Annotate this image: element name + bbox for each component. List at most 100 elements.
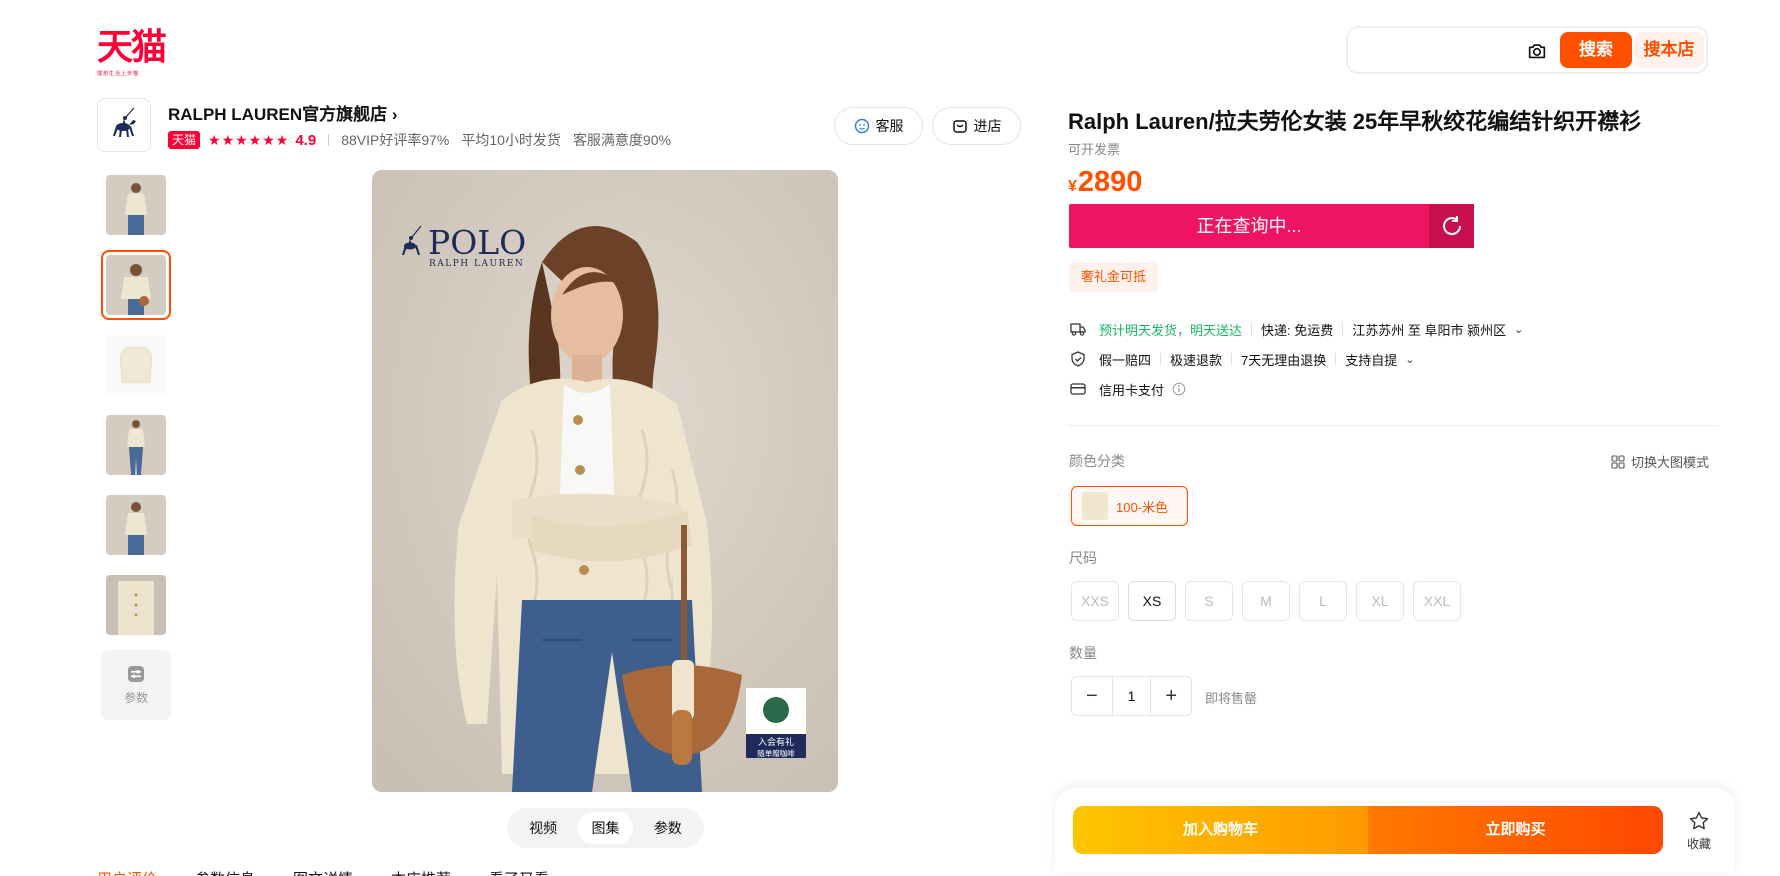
quantity-label: 数量 [1069, 645, 1097, 661]
tmall-logo[interactable]: 天猫 理想生活上天猫 [97, 27, 167, 78]
chevron-down-icon[interactable]: ⌄ [1514, 323, 1523, 336]
increase-button[interactable]: + [1151, 677, 1191, 715]
search-input[interactable] [1362, 36, 1522, 66]
info-icon[interactable] [1172, 382, 1186, 396]
thumbnail[interactable] [101, 330, 171, 400]
shop-metric: 平均10小时发货 [461, 132, 561, 148]
camera-icon[interactable] [1526, 40, 1548, 62]
chevron-down-icon[interactable]: ⌄ [1405, 353, 1414, 366]
media-tabs: 视频 图集 参数 [507, 808, 704, 848]
color-swatch [1082, 492, 1108, 520]
shop-metric: 88VIP好评率97% [341, 132, 450, 148]
guarantee-item: 假一赔四 [1099, 352, 1152, 368]
detail-tabs: 用户评价 参数信息 图文详情 本店推荐 看了又看 [97, 868, 549, 876]
size-option[interactable]: XL [1356, 581, 1404, 621]
chat-bubble-icon [854, 118, 869, 134]
search-button[interactable]: 搜索 [1560, 32, 1632, 68]
color-option-selected[interactable]: 100-米色 [1071, 486, 1188, 526]
shop-logo[interactable] [97, 98, 151, 152]
quantity-value[interactable]: 1 [1111, 677, 1152, 715]
querying-text: 正在查询中... [1196, 216, 1302, 236]
search-shop-button[interactable]: 搜本店 [1634, 32, 1704, 68]
price: ¥2890 [1068, 166, 1142, 199]
shop-score: 4.9 [295, 131, 317, 149]
promo-sticker: 入会有礼 随单赠咖啡 [746, 688, 806, 758]
svg-text:RALPH LAUREN: RALPH LAUREN [429, 259, 524, 269]
thumbnail[interactable] [101, 170, 171, 240]
svg-text:随单赠咖啡: 随单赠咖啡 [757, 748, 795, 758]
tab-param-info[interactable]: 参数信息 [195, 868, 255, 876]
price-query-bar: 正在查询中... [1069, 204, 1474, 248]
divider [1342, 323, 1344, 335]
guarantee-item: 极速退款 [1170, 352, 1223, 368]
rating-stars: ★★★★★★ [208, 131, 290, 148]
divider [1231, 353, 1233, 365]
size-label: 尺码 [1069, 550, 1097, 566]
search-box: 搜索 搜本店 [1346, 26, 1708, 74]
tab-gallery[interactable]: 图集 [577, 812, 634, 844]
size-option[interactable]: XXL [1413, 581, 1461, 621]
guarantee-item: 7天无理由退换 [1241, 352, 1327, 368]
buy-now-button[interactable]: 立即购买 [1368, 806, 1663, 854]
divider [1160, 353, 1162, 365]
tab-recommend[interactable]: 本店推荐 [391, 868, 451, 876]
tab-details[interactable]: 图文详情 [293, 868, 353, 876]
delivery-row: 预计明天发货，明天送达 快递: 免运费 江苏苏州 至 阜阳市 颍州区 ⌄ [1069, 319, 1523, 339]
decrease-button[interactable]: − [1072, 677, 1112, 715]
thumbnail-list: 参数 [101, 170, 171, 720]
refresh-icon [1442, 216, 1461, 235]
invoice-note: 可开发票 [1068, 142, 1121, 157]
tab-params[interactable]: 参数 [640, 812, 696, 844]
add-to-cart-button[interactable]: 加入购物车 [1073, 806, 1368, 854]
params-thumbnail[interactable]: 参数 [101, 650, 171, 720]
thumbnail[interactable] [101, 410, 171, 480]
shield-icon [1071, 351, 1085, 367]
shop-meta: 天猫 ★★★★★★ 4.9 88VIP好评率97% 平均10小时发货 客服满意度… [168, 131, 683, 149]
color-label: 颜色分类 [1069, 453, 1125, 469]
truck-icon [1070, 323, 1086, 336]
divider [1335, 353, 1337, 365]
size-option[interactable]: S [1185, 581, 1233, 621]
size-option[interactable]: XS [1128, 581, 1176, 621]
guarantee-item[interactable]: 支持自提 [1345, 350, 1397, 369]
chevron-right-icon: › [387, 105, 398, 124]
divider [1251, 323, 1253, 335]
switch-mode-button[interactable]: 切换大图模式 [1611, 452, 1709, 471]
divider [328, 134, 330, 146]
delivery-promise: 预计明天发货，明天送达 [1099, 322, 1243, 338]
thumbnail[interactable] [101, 490, 171, 560]
price-value: 2890 [1077, 166, 1143, 198]
purchase-bar: 加入购物车 立即购买 收藏 [1055, 788, 1735, 872]
tab-reviews[interactable]: 用户评价 [97, 868, 157, 876]
grid-icon [1611, 454, 1625, 469]
divider [1069, 425, 1718, 426]
enter-shop-button[interactable]: 进店 [932, 107, 1021, 145]
polo-player-icon [113, 107, 136, 137]
svg-text:入会有礼: 入会有礼 [758, 736, 794, 748]
star-icon [1689, 811, 1709, 830]
tab-also-viewed[interactable]: 看了又看 [489, 868, 549, 876]
shop-name[interactable]: RALPH LAUREN官方旗舰店 › [168, 100, 398, 125]
promo-tag[interactable]: 奢礼金可抵 [1069, 262, 1159, 292]
size-option[interactable]: L [1299, 581, 1347, 621]
favorite-button[interactable]: 收藏 [1679, 810, 1719, 852]
size-option[interactable]: M [1242, 581, 1290, 621]
quantity-stepper: − 1 + [1071, 676, 1192, 716]
payment-method: 信用卡支付 [1099, 382, 1165, 398]
sliders-icon [128, 665, 144, 682]
credit-card-icon [1070, 383, 1086, 395]
product-title: Ralph Lauren/拉夫劳伦女装 25年早秋绞花编结针织开襟衫 [1068, 109, 1642, 134]
size-option[interactable]: XXS [1071, 581, 1119, 621]
main-product-image[interactable]: POLO RALPH LAUREN 入会有礼 随单赠咖啡 [372, 170, 838, 792]
shop-metric: 客服满意度90% [572, 132, 671, 148]
customer-service-button[interactable]: 客服 [834, 107, 923, 145]
logo-text: 天猫 [97, 27, 167, 68]
size-options: XXS XS S M L XL XXL [1071, 581, 1461, 621]
thumbnail[interactable] [101, 570, 171, 640]
logo-slogan: 理想生活上天猫 [97, 71, 140, 77]
tab-video[interactable]: 视频 [515, 812, 571, 844]
delivery-route[interactable]: 江苏苏州 至 阜阳市 颍州区 [1352, 320, 1506, 339]
refresh-button[interactable] [1429, 204, 1474, 248]
thumbnail[interactable] [101, 250, 171, 320]
store-icon [952, 120, 967, 133]
